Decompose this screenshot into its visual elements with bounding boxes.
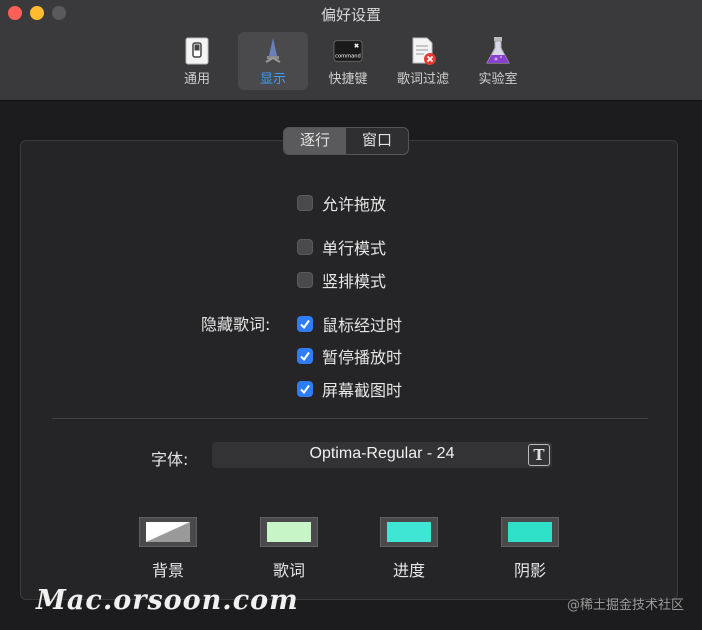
- hide-on-mouse-over-checkbox[interactable]: [297, 316, 313, 332]
- lyrics-color-well[interactable]: [260, 517, 318, 547]
- tab-general-label: 通用: [183, 72, 210, 87]
- command-key-icon: ✖ command: [333, 36, 363, 66]
- background-color-swatch: [146, 522, 190, 542]
- display-icon: [258, 36, 288, 66]
- tab-lyrics-filter-label: 歌词过滤: [396, 72, 449, 87]
- font-label: 字体:: [151, 450, 189, 469]
- lyrics-color-swatch: [267, 522, 311, 542]
- preferences-toolbar: 通用 显示 ✖ command 快捷键 歌词过滤 实验室: [0, 32, 702, 94]
- tab-display-label: 显示: [259, 72, 286, 87]
- checkmark-icon: [300, 384, 310, 395]
- watermark-orsoon: Mac.orsoon.com: [36, 585, 299, 616]
- allow-drag-label: 允许拖放: [322, 195, 387, 214]
- mode-segmented-control: 逐行 窗口: [283, 127, 410, 155]
- single-line-checkbox[interactable]: [297, 239, 313, 255]
- shadow-color-swatch: [508, 522, 552, 542]
- window-title: 偏好设置: [320, 6, 381, 24]
- segment-window[interactable]: 窗口: [346, 128, 408, 154]
- svg-text:command: command: [335, 54, 361, 60]
- shadow-color-well[interactable]: [501, 517, 559, 547]
- font-picker-icon[interactable]: T: [528, 444, 550, 466]
- lyrics-color-label: 歌词: [272, 561, 305, 580]
- tab-display[interactable]: 显示: [238, 32, 308, 90]
- progress-color-well[interactable]: [380, 517, 438, 547]
- section-divider: [52, 418, 648, 419]
- progress-color-label: 进度: [392, 561, 425, 580]
- hide-on-mouse-over-option[interactable]: 鼠标经过时: [297, 312, 402, 336]
- tab-shortcuts-label: 快捷键: [328, 72, 368, 87]
- shadow-color-group: 阴影: [500, 517, 560, 581]
- hide-lyrics-label: 隐藏歌词:: [201, 315, 271, 334]
- hide-on-mouse-over-label: 鼠标经过时: [322, 316, 403, 335]
- lyrics-filter-icon: [408, 36, 438, 66]
- tab-lab[interactable]: 实验室: [463, 32, 533, 90]
- general-switch-icon: [182, 36, 212, 66]
- progress-color-group: 进度: [379, 517, 439, 581]
- title-bar: 偏好设置 通用 显示 ✖ command 快捷键 歌词过滤 实验室: [0, 0, 702, 101]
- allow-drag-option[interactable]: 允许拖放: [297, 191, 386, 215]
- tab-lab-label: 实验室: [478, 72, 518, 87]
- single-line-option[interactable]: 单行模式: [297, 235, 386, 259]
- segment-line-by-line[interactable]: 逐行: [284, 128, 347, 154]
- font-field[interactable]: Optima-Regular - 24 T: [212, 442, 552, 468]
- tab-lyrics-filter[interactable]: 歌词过滤: [388, 32, 458, 90]
- hide-when-paused-label: 暂停播放时: [322, 348, 403, 367]
- progress-color-swatch: [387, 522, 431, 542]
- checkmark-icon: [300, 351, 310, 362]
- hide-on-screenshot-checkbox[interactable]: [297, 381, 313, 397]
- font-value: Optima-Regular - 24: [309, 445, 455, 462]
- background-color-label: 背景: [151, 561, 184, 580]
- svg-text:✖: ✖: [354, 42, 360, 50]
- single-line-label: 单行模式: [322, 239, 387, 258]
- flask-icon: [483, 36, 513, 66]
- vertical-label: 竖排模式: [322, 272, 387, 291]
- background-color-group: 背景: [138, 517, 198, 581]
- allow-drag-checkbox[interactable]: [297, 195, 313, 211]
- hide-when-paused-option[interactable]: 暂停播放时: [297, 344, 402, 368]
- vertical-checkbox[interactable]: [297, 272, 313, 288]
- tab-general[interactable]: 通用: [162, 32, 232, 90]
- shadow-color-label: 阴影: [513, 561, 546, 580]
- hide-when-paused-checkbox[interactable]: [297, 348, 313, 364]
- vertical-option[interactable]: 竖排模式: [297, 268, 386, 292]
- checkmark-icon: [300, 319, 310, 330]
- lyrics-color-group: 歌词: [259, 517, 319, 581]
- hide-on-screenshot-label: 屏幕截图时: [322, 381, 403, 400]
- hide-on-screenshot-option[interactable]: 屏幕截图时: [297, 377, 402, 401]
- watermark-juejin: @稀土掘金技术社区: [566, 598, 684, 613]
- tab-shortcuts[interactable]: ✖ command 快捷键: [313, 32, 383, 90]
- background-color-well[interactable]: [139, 517, 197, 547]
